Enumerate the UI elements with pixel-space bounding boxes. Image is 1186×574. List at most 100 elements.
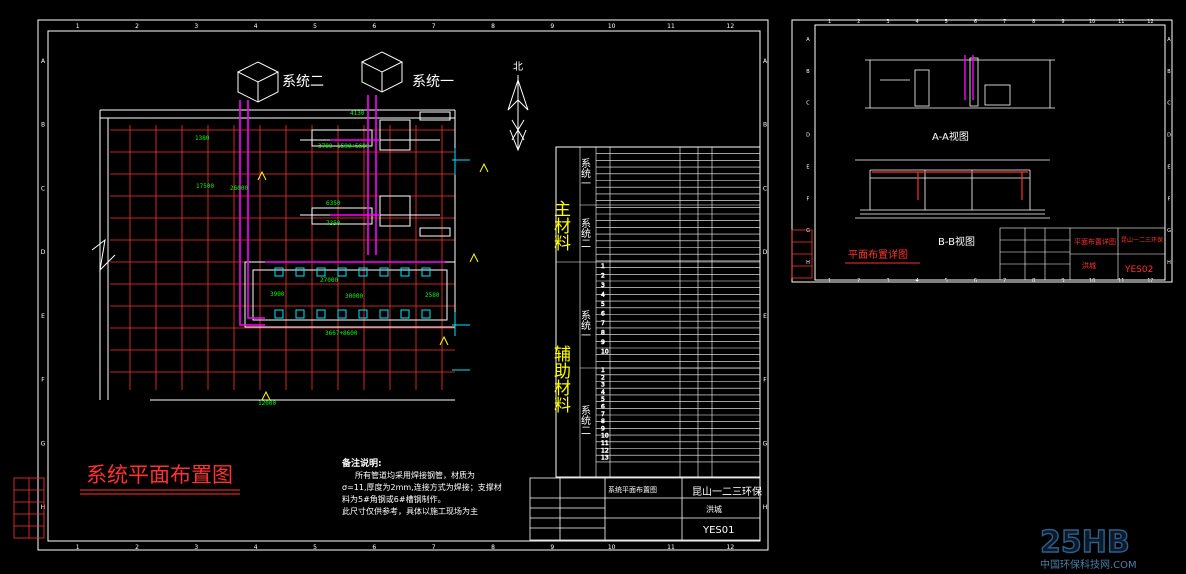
grid-letter: A — [1167, 37, 1171, 43]
table-row-number: 9 — [601, 425, 605, 432]
grid-number: 5 — [313, 544, 317, 551]
grid-number: 4 — [915, 278, 918, 284]
dim-label: 2580 — [425, 292, 440, 299]
section-markers — [257, 162, 489, 401]
grid-letter: D — [41, 249, 46, 256]
equipment-unit — [337, 309, 347, 319]
grid-number: 2 — [135, 23, 139, 30]
grid-letter: G — [41, 440, 46, 447]
dim-label: 17500 — [196, 183, 214, 190]
grid-number: 4 — [254, 23, 258, 30]
equipment-unit — [358, 267, 368, 277]
grid-number: 11 — [1118, 19, 1124, 25]
notes-line: 料为5#角钢或6#槽钢制作。 — [342, 494, 446, 504]
dim-label: 1590+5600 — [337, 143, 370, 150]
table-row-number: 8 — [601, 330, 605, 337]
dim-label: 7350 — [326, 220, 341, 227]
notes-line: 此尺寸仅供参考，具体以施工现场为主 — [342, 506, 478, 516]
dim-label: 6350 — [326, 200, 341, 207]
table-row-number: 9 — [601, 339, 605, 346]
sheet2-grid-labels: 112233445566778899101011111212A AB BC CD DE E… — [806, 19, 1171, 284]
dim-label: 1380 — [195, 135, 210, 142]
equipment-unit — [337, 267, 347, 277]
equipment-unit — [316, 267, 326, 277]
dimension-labels: 27000 30000 3667+8600 2580 3900 1380 413… — [195, 110, 440, 407]
grid-number: 8 — [1032, 19, 1035, 25]
equipment-unit — [274, 309, 284, 319]
watermark-logo: 25HB — [1040, 525, 1130, 560]
table-header-aux: 辅助材料 — [550, 345, 571, 413]
dim-label: 30000 — [345, 293, 363, 300]
grid-number: 11 — [667, 544, 675, 551]
dim-label: 4130 — [350, 110, 365, 117]
grid-letter: B — [806, 69, 810, 75]
grid-number: 12 — [1147, 278, 1153, 284]
titleblock2-company: 昆山一二三环保 — [1121, 236, 1163, 244]
grid-number: 10 — [1089, 278, 1095, 284]
table-row-number: 8 — [601, 418, 605, 425]
grid-number: 1 — [76, 23, 80, 30]
titleblock2-drawing-name: 平面布置详图 — [1074, 237, 1116, 246]
grid-letter: D — [806, 133, 810, 139]
grid-letter: E — [1167, 164, 1170, 170]
dim-label: 12000 — [258, 400, 276, 407]
table-system-label: 系统二 — [579, 405, 591, 435]
titleblock2-short: 洪城 — [1082, 261, 1096, 270]
grid-letter: A — [41, 58, 46, 65]
grid-number: 8 — [491, 544, 495, 551]
table-row-number: 3 — [601, 382, 605, 389]
grid-number: 6 — [974, 19, 977, 25]
grid-number: 10 — [608, 544, 616, 551]
view-a-label: A-A视图 — [932, 130, 969, 143]
titleblock-short: 洪城 — [706, 504, 722, 514]
grid-letter: E — [763, 313, 767, 320]
notes-line: 所有管道均采用焊接钢管，材质为 — [355, 470, 475, 480]
grid-number: 5 — [313, 23, 317, 30]
grid-number: 8 — [1032, 278, 1035, 284]
grid-number: 1 — [828, 278, 831, 284]
table-row-number: 1 — [601, 367, 605, 374]
dim-label: 27000 — [320, 277, 338, 284]
table-row-number: 7 — [601, 320, 605, 327]
grid-letter: G — [1167, 228, 1171, 234]
dim-label: 3667+8600 — [325, 330, 358, 337]
grid-letter: B — [1167, 69, 1171, 75]
grid-letter: C — [41, 185, 45, 192]
table-row-number: 6 — [601, 311, 605, 318]
plan-grid — [110, 125, 455, 390]
notes-line: σ=11,厚度为2mm,连接方式为焊接；支撑材 — [342, 482, 502, 492]
view-b-label: B-B视图 — [938, 235, 975, 248]
watermark: 25HB 中国环保科技网.COM — [1039, 524, 1136, 571]
revision-table-2 — [791, 229, 813, 279]
label-system-one: 系统一 — [412, 74, 454, 90]
table-row-number: 2 — [601, 273, 605, 280]
north-label: 北 — [513, 61, 523, 73]
equipment-unit — [421, 309, 431, 319]
grid-number: 3 — [886, 19, 889, 25]
grid-number: 7 — [1003, 278, 1006, 284]
grid-number: 12 — [727, 23, 735, 30]
grid-number: 9 — [550, 544, 554, 551]
grid-number: 9 — [1061, 278, 1064, 284]
grid-letter: H — [806, 260, 810, 266]
grid-number: 6 — [372, 544, 376, 551]
grid-number: 10 — [1089, 19, 1095, 25]
grid-letter: C — [806, 101, 810, 107]
grid-letter: B — [41, 122, 45, 129]
grid-number: 4 — [254, 544, 258, 551]
grid-number: 10 — [608, 23, 616, 30]
grid-number: 1 — [828, 19, 831, 25]
table-row-number: 11 — [601, 440, 609, 447]
grid-number: 7 — [432, 544, 436, 551]
grid-letter: A — [806, 37, 810, 43]
equipment-unit — [379, 267, 389, 277]
grid-number: 11 — [667, 23, 675, 30]
grid-number: 2 — [135, 544, 139, 551]
grid-number: 3 — [194, 544, 198, 551]
table-header-main: 主材料 — [550, 200, 571, 251]
grid-number: 2 — [857, 19, 860, 25]
section-view-a-duct — [964, 55, 974, 100]
tank-system-one — [360, 51, 404, 93]
grid-letter: D — [763, 249, 768, 256]
grid-letter: F — [763, 377, 767, 384]
